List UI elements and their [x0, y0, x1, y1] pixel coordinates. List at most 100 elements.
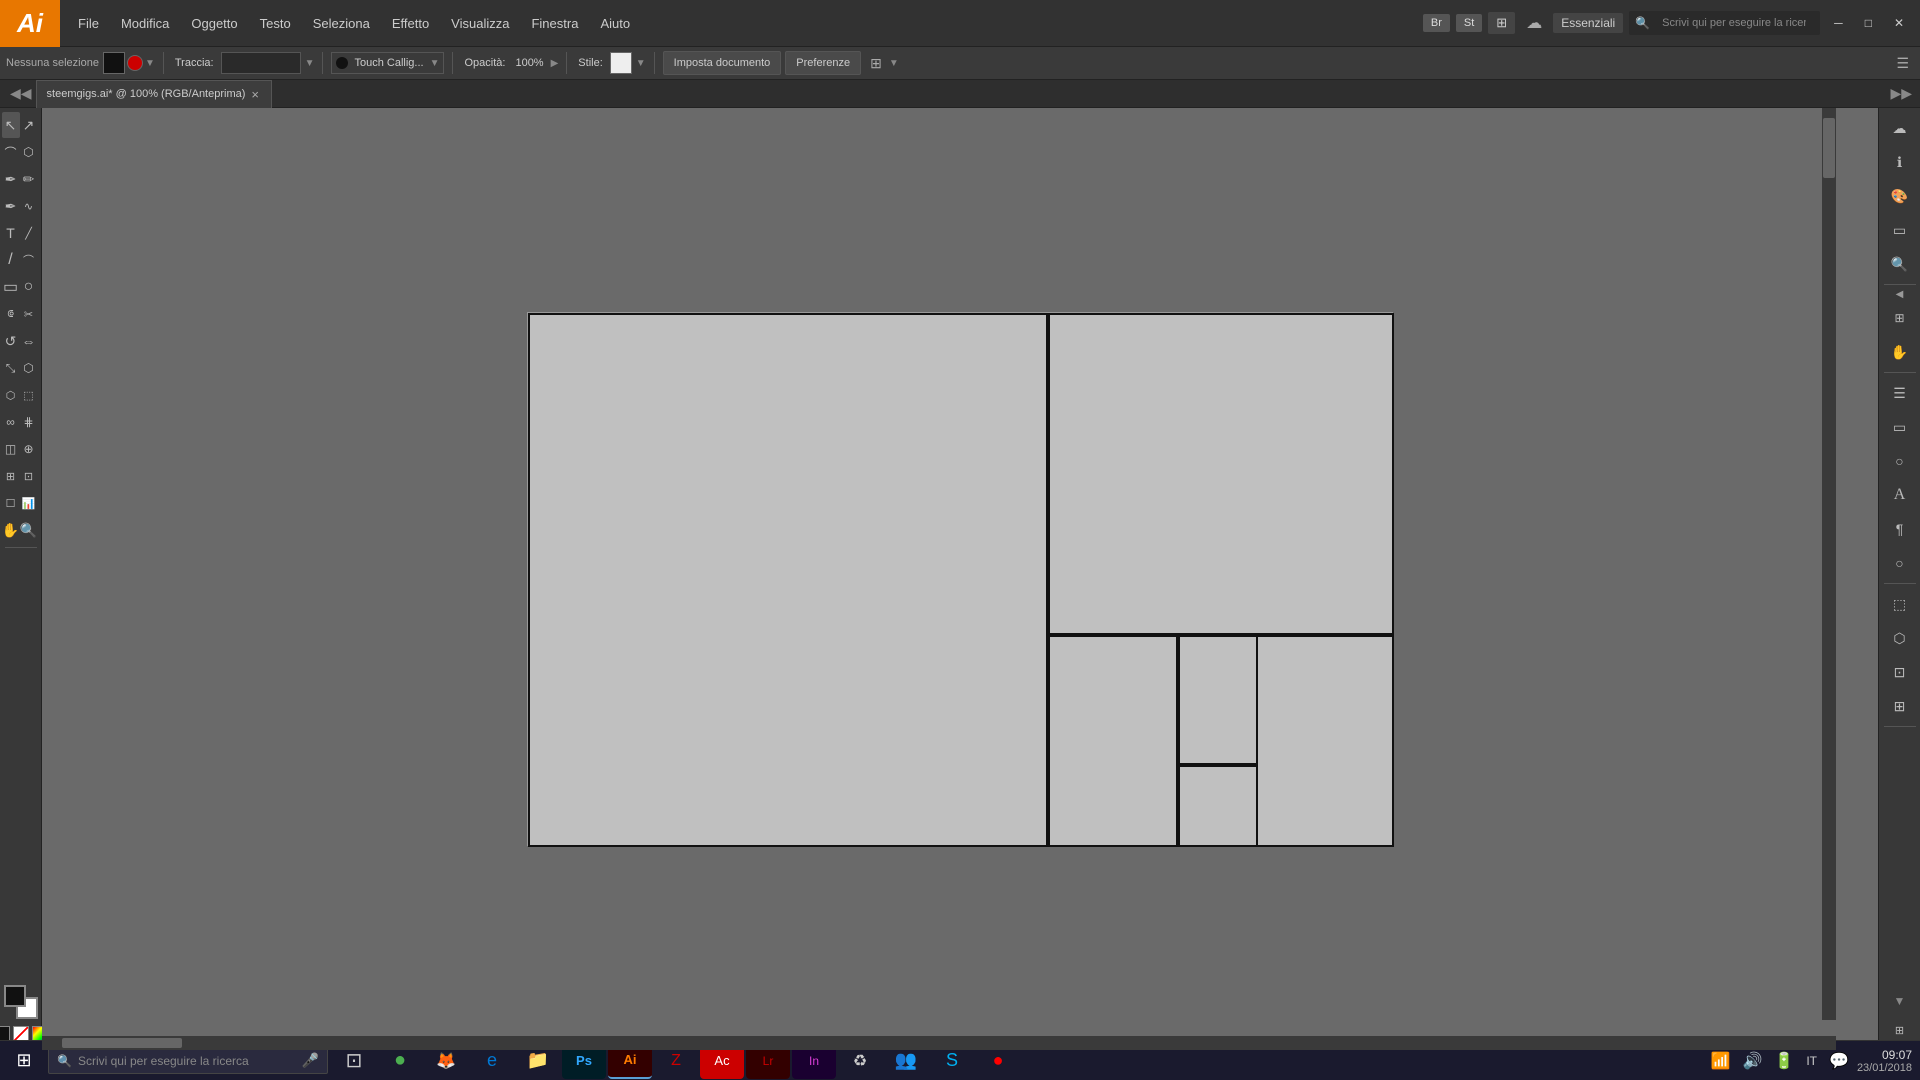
taskbar-notification-icon[interactable]: 💬: [1825, 1049, 1853, 1073]
line-tool[interactable]: /: [2, 247, 20, 273]
arc-tool[interactable]: ⌒: [20, 247, 38, 273]
view-grid-btn[interactable]: ⊞: [865, 52, 887, 75]
menu-oggetto[interactable]: Oggetto: [181, 12, 247, 35]
close-btn[interactable]: ✕: [1886, 14, 1912, 32]
lasso-tool[interactable]: ⌒: [2, 139, 20, 165]
pen-tool[interactable]: ✒: [2, 166, 20, 192]
style-swatch[interactable]: [610, 52, 632, 74]
symbols-panel-btn[interactable]: ⬡: [1882, 622, 1918, 654]
artboards-panel-btn[interactable]: ✋: [1882, 336, 1918, 368]
direct-select-tool[interactable]: ↗: [20, 112, 38, 138]
selection-tool[interactable]: ↖: [2, 112, 20, 138]
shear-tool[interactable]: ⬡: [20, 355, 38, 381]
layers-panel-btn[interactable]: ⊞: [1882, 302, 1918, 334]
brush-selector[interactable]: Touch Callig... ▼: [331, 52, 444, 74]
graphic-styles-btn[interactable]: ⬚: [1882, 588, 1918, 620]
rect-top-right: [1048, 313, 1394, 635]
close-tab-btn[interactable]: ×: [251, 87, 259, 102]
free-transform-tool[interactable]: ⬚: [20, 382, 38, 408]
pen-tool-pair: ✒ ✏: [2, 166, 40, 192]
zoom-tool[interactable]: 🔍: [20, 517, 38, 543]
trace-input[interactable]: [221, 52, 301, 74]
measure-tool[interactable]: ⊞: [2, 463, 20, 489]
eraser-tool[interactable]: ⟃: [2, 301, 20, 327]
h-scrollbar[interactable]: [42, 1036, 1836, 1050]
pencil-tool[interactable]: ✏: [20, 166, 38, 192]
rect-inner-left: [1048, 635, 1178, 847]
pathfinder-panel-btn[interactable]: ○: [1882, 445, 1918, 477]
zoom-panel-btn[interactable]: 🔍: [1882, 248, 1918, 280]
para-panel-btn[interactable]: ¶: [1882, 513, 1918, 545]
ellipse-tool[interactable]: ○: [20, 274, 38, 300]
vertical-type-tool[interactable]: ╱: [20, 220, 38, 246]
cloud-icon[interactable]: ☁: [1521, 10, 1547, 36]
symbol-tool[interactable]: ⊡: [20, 463, 38, 489]
rotate-tool[interactable]: ↺: [2, 328, 20, 354]
char-panel-btn[interactable]: A: [1882, 479, 1918, 511]
color-panel-btn[interactable]: 🎨: [1882, 180, 1918, 212]
minimize-btn[interactable]: ─: [1826, 14, 1851, 32]
artboard-tool[interactable]: ☐: [2, 490, 20, 516]
menu-aiuto[interactable]: Aiuto: [590, 12, 640, 35]
taskbar-volume-icon[interactable]: 🔊: [1739, 1049, 1767, 1073]
panels-expand-btn[interactable]: ▶▶: [1890, 85, 1912, 102]
preferenze-btn[interactable]: Preferenze: [785, 51, 861, 75]
essenziali-btn[interactable]: Essenziali: [1553, 13, 1623, 33]
hand-tool[interactable]: ✋: [2, 517, 20, 543]
taskbar-search[interactable]: 🔍 Scrivi qui per eseguire la ricerca 🎤: [48, 1047, 328, 1074]
swatches-panel-btn[interactable]: ▭: [1882, 214, 1918, 246]
canvas-area[interactable]: [42, 108, 1878, 1050]
menu-modifica[interactable]: Modifica: [111, 12, 179, 35]
menu-file[interactable]: File: [68, 12, 109, 35]
search-input[interactable]: [1654, 13, 1814, 33]
selection-label: Nessuna selezione: [6, 57, 99, 69]
start-button[interactable]: ⊞: [0, 1041, 48, 1080]
rectangle-tool[interactable]: ▭: [2, 274, 20, 300]
info-panel-btn[interactable]: ℹ: [1882, 146, 1918, 178]
puppet-warp-tool[interactable]: ⬡: [2, 382, 20, 408]
imposta-documento-btn[interactable]: Imposta documento: [663, 51, 782, 75]
menu-finestra[interactable]: Finestra: [521, 12, 588, 35]
menu-testo[interactable]: Testo: [250, 12, 301, 35]
taskbar-battery-icon[interactable]: 🔋: [1770, 1049, 1798, 1073]
sidebar-toggle-btn[interactable]: ☰: [1891, 52, 1914, 75]
mesh-tool[interactable]: ⋕: [20, 409, 38, 435]
v-scrollbar[interactable]: [1822, 108, 1836, 1020]
action-panel-btn[interactable]: ⊞: [1882, 690, 1918, 722]
magic-wand-tool[interactable]: ⬡: [20, 139, 38, 165]
menu-seleziona[interactable]: Seleziona: [303, 12, 380, 35]
workspace-btn[interactable]: ⊞: [1488, 12, 1515, 34]
bridge-btn[interactable]: Br: [1423, 14, 1450, 32]
align-panel-btn[interactable]: ☰: [1882, 377, 1918, 409]
document-tab[interactable]: steemgigs.ai* @ 100% (RGB/Anteprima) ×: [36, 80, 272, 108]
stock-btn[interactable]: St: [1456, 14, 1482, 32]
v-scrollbar-thumb[interactable]: [1823, 118, 1835, 178]
brushes-panel-btn[interactable]: ⊡: [1882, 656, 1918, 688]
reflect-tool[interactable]: ⇔: [20, 328, 38, 354]
scale-tool[interactable]: ⤡: [2, 355, 20, 381]
panel-scroll-down[interactable]: ▼: [1894, 994, 1906, 1008]
maximize-btn[interactable]: □: [1857, 14, 1880, 32]
transform-panel-btn[interactable]: ▭: [1882, 411, 1918, 443]
stroke-swatch[interactable]: [127, 55, 143, 71]
taskbar-lang-icon[interactable]: IT: [1802, 1052, 1821, 1070]
opentype-panel-btn[interactable]: ○: [1882, 547, 1918, 579]
gradient-tool[interactable]: ◫: [2, 436, 20, 462]
graph-tool[interactable]: 📊: [20, 490, 38, 516]
foreground-swatch[interactable]: [4, 985, 26, 1007]
h-scrollbar-thumb[interactable]: [62, 1038, 182, 1048]
type-tool[interactable]: T: [2, 220, 20, 246]
fill-swatch[interactable]: [103, 52, 125, 74]
menu-visualizza[interactable]: Visualizza: [441, 12, 519, 35]
panel-collapse-btn[interactable]: ◀: [1882, 289, 1918, 300]
blend-tool[interactable]: ∞: [2, 409, 20, 435]
blob-tool[interactable]: ∿: [20, 193, 38, 219]
taskbar-network-icon[interactable]: 📶: [1707, 1049, 1735, 1073]
brush-tool[interactable]: ✒: [2, 193, 20, 219]
scissors-tool[interactable]: ✂: [20, 301, 38, 327]
collapse-panels-btn[interactable]: ◀◀: [10, 85, 32, 102]
menu-effetto[interactable]: Effetto: [382, 12, 439, 35]
clock[interactable]: 09:07 23/01/2018: [1857, 1048, 1912, 1074]
cloud-panel-btn[interactable]: ☁: [1882, 112, 1918, 144]
eyedropper-tool[interactable]: ⊕: [20, 436, 38, 462]
